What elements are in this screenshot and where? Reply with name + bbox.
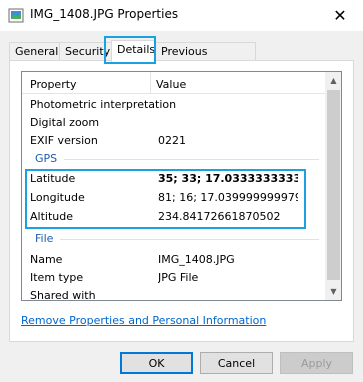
group-header-file: File xyxy=(22,230,325,248)
scroll-down-button[interactable]: ▼ xyxy=(325,283,341,300)
list-item[interactable]: Longitude 81; 16; 17.0399999999790 xyxy=(22,188,325,206)
property-value: JPG File xyxy=(158,271,199,284)
tab-details[interactable]: Details xyxy=(111,40,156,62)
details-list[interactable]: Property Value Photometric interpretatio… xyxy=(21,71,342,301)
vertical-scrollbar[interactable]: ▲ ▼ xyxy=(325,72,341,300)
list-item[interactable]: Digital zoom xyxy=(22,113,325,131)
property-value: 0221 xyxy=(158,134,186,147)
property-name: Longitude xyxy=(30,191,85,204)
column-property[interactable]: Property xyxy=(30,78,77,91)
group-header-gps: GPS xyxy=(22,150,325,168)
jpg-file-icon xyxy=(8,8,24,23)
group-title: GPS xyxy=(35,152,58,165)
list-item[interactable]: Shared with xyxy=(22,286,325,301)
apply-button[interactable]: Apply xyxy=(280,352,353,374)
cancel-button[interactable]: Cancel xyxy=(200,352,273,374)
scrollbar-thumb[interactable] xyxy=(327,90,340,280)
list-item[interactable]: Item type JPG File xyxy=(22,268,325,286)
close-icon: ✕ xyxy=(333,6,347,25)
property-value: 35; 33; 17.0333333333000 xyxy=(158,172,298,185)
column-divider[interactable] xyxy=(150,72,151,93)
group-title: File xyxy=(35,232,54,245)
list-item[interactable]: Altitude 234.84172661870502 xyxy=(22,207,325,225)
group-divider xyxy=(60,239,319,240)
property-name: Altitude xyxy=(30,210,73,223)
property-name: EXIF version xyxy=(30,134,98,147)
title-bar: IMG_1408.JPG Properties ✕ xyxy=(0,0,363,31)
property-name: Digital zoom xyxy=(30,116,100,129)
property-name: Name xyxy=(30,253,63,266)
remove-properties-link[interactable]: Remove Properties and Personal Informati… xyxy=(21,314,266,327)
property-name: Shared with xyxy=(30,289,96,301)
column-header: Property Value xyxy=(22,72,325,94)
list-item[interactable]: Latitude 35; 33; 17.0333333333000 xyxy=(22,169,325,187)
properties-dialog: IMG_1408.JPG Properties ✕ General Securi… xyxy=(0,0,363,382)
group-divider xyxy=(64,159,319,160)
tab-previous-versions[interactable]: Previous Versions xyxy=(155,42,256,71)
scroll-up-button[interactable]: ▲ xyxy=(325,72,341,89)
close-button[interactable]: ✕ xyxy=(317,0,363,31)
tab-strip: General Security Details Previous Versio… xyxy=(9,40,354,71)
property-value: 81; 16; 17.0399999999790 xyxy=(158,191,298,204)
chevron-down-icon: ▼ xyxy=(330,287,337,296)
property-value: IMG_1408.JPG xyxy=(158,253,235,266)
property-name: Item type xyxy=(30,271,84,284)
window-title: IMG_1408.JPG Properties xyxy=(30,7,179,21)
chevron-up-icon: ▲ xyxy=(330,76,337,85)
tab-security[interactable]: Security xyxy=(59,42,112,61)
list-item[interactable]: Photometric interpretation xyxy=(22,95,325,113)
column-value[interactable]: Value xyxy=(156,78,186,91)
ok-button[interactable]: OK xyxy=(120,352,193,374)
list-item[interactable]: EXIF version 0221 xyxy=(22,131,325,149)
property-name: Latitude xyxy=(30,172,76,185)
property-value: 234.84172661870502 xyxy=(158,210,281,223)
list-item[interactable]: Name IMG_1408.JPG xyxy=(22,250,325,268)
property-name: Photometric interpretation xyxy=(30,98,177,111)
tab-general[interactable]: General xyxy=(9,42,60,61)
